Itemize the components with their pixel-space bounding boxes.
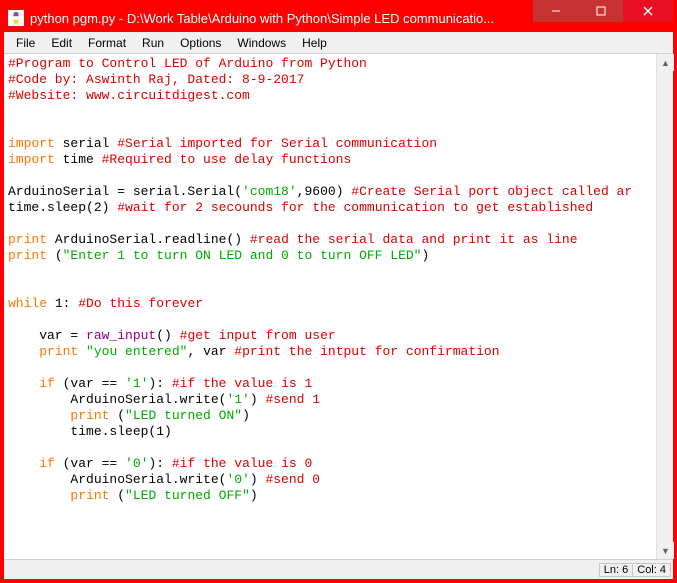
code-text: time.sleep(	[8, 424, 156, 439]
code-text	[47, 296, 55, 311]
code-text: )	[250, 488, 258, 503]
code-text: (	[47, 248, 63, 263]
vertical-scrollbar[interactable]: ▲ ▼	[656, 54, 673, 559]
code-number: 1	[55, 296, 63, 311]
code-text	[78, 344, 86, 359]
code-keyword: import	[8, 152, 55, 167]
code-string: "you entered"	[86, 344, 187, 359]
code-string: "LED turned ON"	[125, 408, 242, 423]
code-text: :	[63, 296, 79, 311]
code-comment: #Code by: Aswinth Raj, Dated: 8-9-2017	[8, 72, 304, 87]
code-string: "LED turned OFF"	[125, 488, 250, 503]
code-keyword: if	[39, 456, 55, 471]
code-text: (	[109, 488, 125, 503]
app-icon	[8, 10, 24, 26]
code-keyword: if	[39, 376, 55, 391]
code-text: ArduinoSerial = serial.Serial(	[8, 184, 242, 199]
code-keyword: print	[8, 232, 47, 247]
code-text	[8, 488, 70, 503]
code-text: ()	[156, 328, 179, 343]
status-line: Ln: 6	[599, 563, 633, 577]
menu-edit[interactable]: Edit	[43, 34, 80, 52]
code-comment: #if the value is 0	[172, 456, 312, 471]
code-text: )	[102, 200, 118, 215]
code-comment: #Website: www.circuitdigest.com	[8, 88, 250, 103]
code-string: '0'	[125, 456, 148, 471]
code-number: 1	[156, 424, 164, 439]
code-editor[interactable]: #Program to Control LED of Arduino from …	[4, 54, 656, 559]
code-text: )	[250, 472, 266, 487]
maximize-button[interactable]	[578, 0, 623, 22]
code-string: '0'	[226, 472, 249, 487]
scroll-up-arrow[interactable]: ▲	[657, 54, 674, 71]
menu-format[interactable]: Format	[80, 34, 134, 52]
scroll-down-arrow[interactable]: ▼	[657, 542, 674, 559]
code-comment: #wait for 2 secounds for the communicati…	[117, 200, 593, 215]
code-keyword: while	[8, 296, 47, 311]
code-text: )	[164, 424, 172, 439]
code-text: var =	[8, 328, 86, 343]
code-text: (var ==	[55, 456, 125, 471]
code-keyword: print	[8, 248, 47, 263]
code-text: )	[336, 184, 352, 199]
code-keyword: print	[39, 344, 78, 359]
code-text	[8, 408, 70, 423]
code-builtin: raw_input	[86, 328, 156, 343]
code-text: (	[109, 408, 125, 423]
window-title: python pgm.py - D:\Work Table\Arduino wi…	[30, 11, 533, 26]
code-text: ):	[148, 456, 171, 471]
editor-area: #Program to Control LED of Arduino from …	[4, 54, 673, 559]
code-text: )	[250, 392, 266, 407]
code-comment: #print the intput for confirmation	[234, 344, 499, 359]
code-string: 'com18'	[242, 184, 297, 199]
minimize-button[interactable]	[533, 0, 578, 22]
code-comment: #Serial imported for Serial communicatio…	[117, 136, 437, 151]
code-text: (var ==	[55, 376, 125, 391]
code-comment: #get input from user	[180, 328, 336, 343]
code-comment: #read the serial data and print it as li…	[250, 232, 578, 247]
code-text: time.sleep(	[8, 200, 94, 215]
menu-run[interactable]: Run	[134, 34, 172, 52]
code-keyword: print	[70, 408, 109, 423]
code-comment: #Create Serial port object called ar	[351, 184, 632, 199]
code-keyword: print	[70, 488, 109, 503]
menu-help[interactable]: Help	[294, 34, 335, 52]
code-text	[8, 456, 39, 471]
menu-options[interactable]: Options	[172, 34, 229, 52]
code-keyword: import	[8, 136, 55, 151]
statusbar: Ln: 6 Col: 4	[4, 559, 673, 579]
close-button[interactable]	[623, 0, 673, 22]
code-string: '1'	[226, 392, 249, 407]
code-text	[8, 376, 39, 391]
titlebar[interactable]: python pgm.py - D:\Work Table\Arduino wi…	[4, 4, 673, 32]
code-comment: #if the value is 1	[172, 376, 312, 391]
code-comment: #Do this forever	[78, 296, 203, 311]
code-string: '1'	[125, 376, 148, 391]
code-number: 9600	[304, 184, 335, 199]
code-text: )	[242, 408, 250, 423]
code-text: )	[421, 248, 429, 263]
code-text: ArduinoSerial.readline()	[47, 232, 250, 247]
window-controls	[533, 4, 673, 32]
menubar: File Edit Format Run Options Windows Hel…	[4, 32, 673, 54]
code-text: time	[55, 152, 102, 167]
code-text: ArduinoSerial.write(	[8, 472, 226, 487]
code-text: serial	[55, 136, 117, 151]
menu-file[interactable]: File	[8, 34, 43, 52]
code-text: ):	[148, 376, 171, 391]
code-text: , var	[187, 344, 234, 359]
code-comment: #send 0	[265, 472, 320, 487]
code-string: "Enter 1 to turn ON LED and 0 to turn OF…	[63, 248, 422, 263]
code-comment: #Required to use delay functions	[102, 152, 352, 167]
menu-windows[interactable]: Windows	[229, 34, 294, 52]
code-number: 2	[94, 200, 102, 215]
code-text: ArduinoSerial.write(	[8, 392, 226, 407]
code-comment: #send 1	[265, 392, 320, 407]
code-text	[8, 344, 39, 359]
code-comment: #Program to Control LED of Arduino from …	[8, 56, 367, 71]
status-col: Col: 4	[632, 563, 671, 577]
